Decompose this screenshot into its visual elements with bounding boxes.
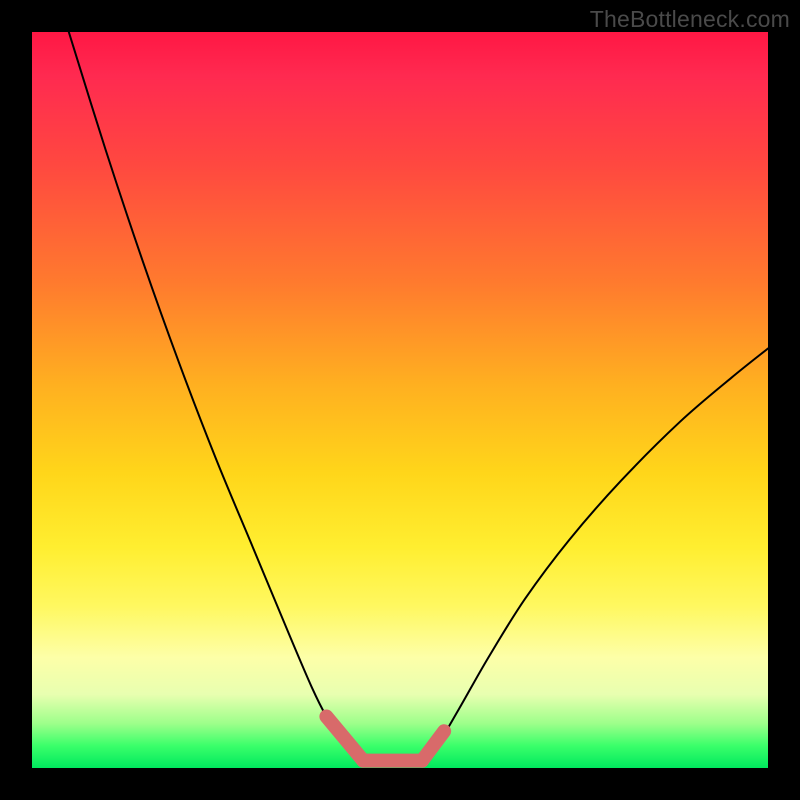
overlay-right-tip bbox=[422, 731, 444, 760]
chart-frame: TheBottleneck.com bbox=[0, 0, 800, 800]
right-curve bbox=[422, 348, 768, 760]
curve-layer bbox=[32, 32, 768, 768]
plot-area bbox=[32, 32, 768, 768]
watermark-text: TheBottleneck.com bbox=[590, 6, 790, 33]
left-curve bbox=[69, 32, 363, 761]
overlay-left-tip bbox=[326, 716, 363, 760]
